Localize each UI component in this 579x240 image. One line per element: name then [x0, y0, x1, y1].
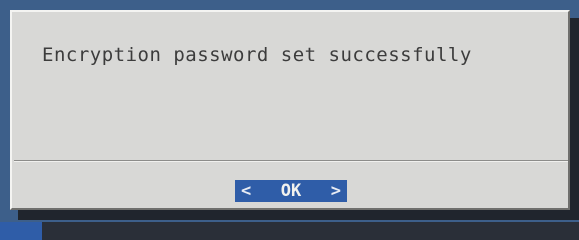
dialog-message: Encryption password set successfully	[42, 44, 472, 66]
dialog-button-area: < OK >	[12, 162, 568, 208]
ok-button-label: OK	[280, 181, 302, 201]
message-dialog: Encryption password set successfully < O…	[10, 10, 570, 210]
bottom-strip	[0, 222, 579, 240]
right-marker: >	[330, 181, 341, 201]
terminal-screen: Encryption password set successfully < O…	[0, 0, 579, 240]
bottom-left-block	[0, 222, 42, 240]
left-marker: <	[241, 181, 252, 201]
ok-button[interactable]: < OK >	[235, 180, 347, 202]
